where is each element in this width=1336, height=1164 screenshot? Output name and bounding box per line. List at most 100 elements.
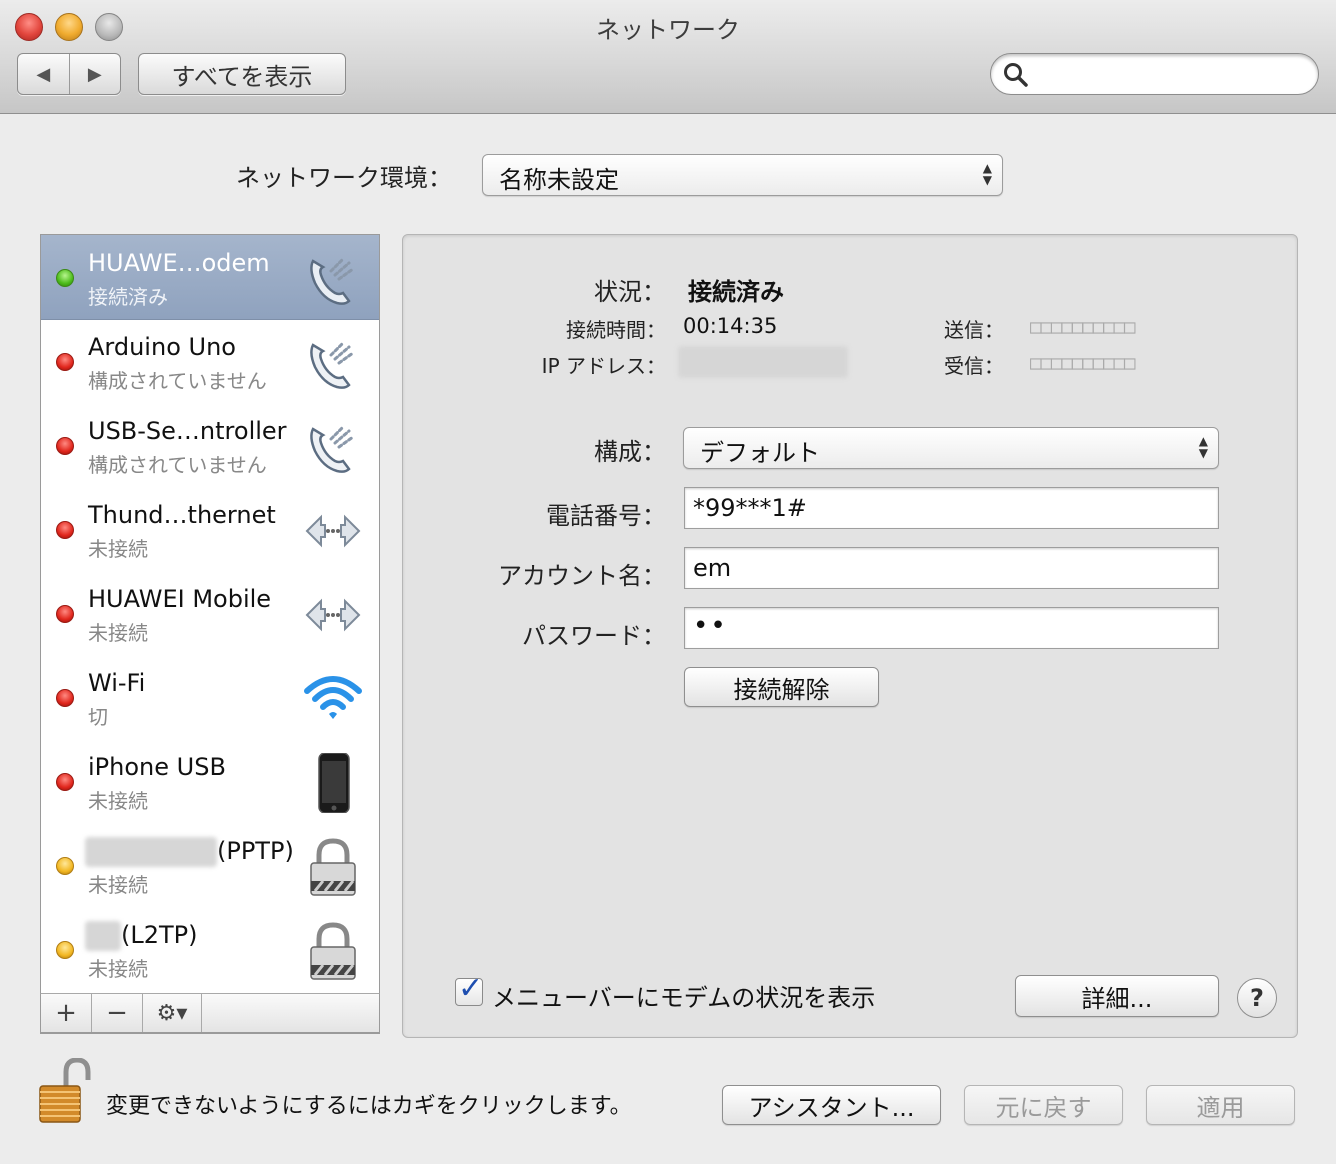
show-all-button[interactable]: すべてを表示 [138, 53, 346, 95]
phone-number-label: 電話番号： [546, 502, 666, 530]
configuration-label: 構成： [594, 438, 666, 466]
status-dot-red [56, 605, 74, 623]
service-item-arduino-uno[interactable]: Arduino Uno 構成されていません [41, 319, 379, 403]
receive-activity-meter: □□□□□□□□□□ [1030, 352, 1135, 374]
checkmark-icon: ✓ [458, 971, 484, 1006]
service-status: 未接続 [88, 537, 148, 561]
service-item-huawei-modem[interactable]: HUAWE…odem 接続済み [41, 235, 379, 320]
status-dot-yellow [56, 941, 74, 959]
password-field[interactable]: •• [684, 607, 1219, 649]
lock-hint-text: 変更できないようにするにはカギをクリックします。 [106, 1094, 632, 1119]
account-name-label: アカウント名： [498, 562, 666, 590]
title-toolbar: ネットワーク ◀ ▶ すべてを表示 [0, 0, 1336, 114]
service-name: Arduino Uno [88, 333, 236, 361]
service-name-group: (PPTP) [85, 837, 294, 867]
add-service-button[interactable]: + [41, 994, 92, 1032]
status-dot-green [56, 269, 74, 287]
network-preferences-window: ネットワーク ◀ ▶ すべてを表示 ネットワーク環境： 名称未設定 ▲ ▼ HUA… [0, 0, 1336, 1164]
remove-service-button[interactable]: − [92, 994, 143, 1032]
service-item-wifi[interactable]: Wi-Fi 切 [41, 655, 379, 739]
password-value: •• [693, 611, 728, 641]
search-icon [1004, 63, 1028, 87]
phone-modem-icon [310, 341, 355, 389]
search-input[interactable] [1035, 60, 1309, 90]
account-name-field[interactable]: em [684, 547, 1219, 589]
search-field[interactable] [990, 53, 1319, 95]
status-dot-red [56, 353, 74, 371]
status-value: 接続済み [688, 278, 784, 306]
connect-time-value: 00:14:35 [683, 314, 778, 338]
service-name: HUAWE…odem [88, 249, 270, 277]
wifi-icon [304, 676, 362, 719]
status-dot-red [56, 437, 74, 455]
redacted-name [85, 837, 217, 867]
vpn-lock-icon [310, 838, 356, 896]
phone-number-field[interactable]: *99***1# [684, 487, 1219, 529]
back-forward-group: ◀ ▶ [17, 53, 121, 95]
forward-arrow-icon: ▶ [87, 63, 102, 85]
configuration-popup[interactable]: デフォルト ▲ ▼ [683, 427, 1219, 469]
phone-modem-icon [310, 425, 355, 473]
back-button[interactable]: ◀ [18, 54, 70, 94]
disconnect-button[interactable]: 接続解除 [684, 667, 879, 707]
service-name: (PPTP) [217, 837, 294, 865]
apply-button[interactable]: 適用 [1146, 1085, 1295, 1125]
forward-button[interactable]: ▶ [70, 54, 121, 94]
service-item-iphone-usb[interactable]: iPhone USB 未接続 [41, 739, 379, 823]
service-status: 未接続 [88, 789, 148, 813]
service-status: 切 [88, 705, 108, 729]
service-name: HUAWEI Mobile [88, 585, 272, 613]
service-list-toolbar: + − ⚙▾ [40, 993, 380, 1033]
service-name: Wi-Fi [88, 669, 146, 697]
ip-address-label: IP アドレス： [541, 354, 666, 378]
service-status: 構成されていません [88, 369, 267, 393]
service-status: 構成されていません [88, 453, 267, 477]
assistant-button[interactable]: アシスタント... [722, 1085, 941, 1125]
service-item-pptp-vpn[interactable]: (PPTP) 未接続 [41, 823, 379, 907]
account-name-value: em [693, 554, 732, 582]
help-button[interactable]: ? [1237, 978, 1277, 1018]
service-status: 未接続 [88, 621, 148, 645]
send-label: 送信： [944, 318, 1004, 342]
ethernet-arrows-icon [305, 598, 361, 632]
vpn-lock-icon [310, 922, 356, 980]
service-item-huawei-mobile[interactable]: HUAWEI Mobile 未接続 [41, 571, 379, 655]
password-label: パスワード： [522, 622, 666, 650]
location-popup[interactable]: 名称未設定 ▲ ▼ [482, 154, 1003, 196]
service-name: (L2TP) [121, 921, 198, 949]
phone-modem-icon [310, 257, 355, 305]
back-arrow-icon: ◀ [36, 63, 51, 85]
show-modem-status-checkbox[interactable]: ✓ [455, 971, 483, 1006]
popup-arrows-icon: ▲ ▼ [982, 161, 992, 187]
popup-arrows-icon: ▲ ▼ [1198, 434, 1208, 460]
service-name-group: (L2TP) [85, 921, 198, 951]
location-value: 名称未設定 [499, 166, 619, 194]
revert-button[interactable]: 元に戻す [964, 1085, 1123, 1125]
status-dot-yellow [56, 857, 74, 875]
service-item-usb-serial-controller[interactable]: USB-Se…ntroller 構成されていません [41, 403, 379, 487]
send-activity-meter: □□□□□□□□□□ [1030, 316, 1135, 338]
connect-time-label: 接続時間： [566, 318, 666, 342]
receive-label: 受信： [944, 354, 1004, 378]
unlocked-padlock-icon[interactable] [36, 1058, 92, 1124]
service-name: USB-Se…ntroller [88, 417, 287, 445]
service-item-l2tp-vpn[interactable]: (L2TP) 未接続 [41, 907, 379, 991]
service-name: Thund…thernet [88, 501, 276, 529]
advanced-button[interactable]: 詳細... [1015, 975, 1219, 1017]
service-list[interactable]: HUAWE…odem 接続済み Arduino Uno 構成されていません US… [40, 234, 380, 1034]
gear-icon[interactable]: ⚙▾ [143, 994, 202, 1032]
service-status: 接続済み [88, 285, 168, 309]
location-label: ネットワーク環境： [236, 164, 452, 192]
iphone-icon [318, 753, 350, 813]
show-modem-status-label: メニューバーにモデムの状況を表示 [492, 984, 876, 1012]
service-item-thunderbolt-ethernet[interactable]: Thund…thernet 未接続 [41, 487, 379, 571]
phone-number-value: *99***1# [693, 494, 807, 522]
redacted-name [85, 921, 121, 951]
service-status: 未接続 [88, 957, 148, 981]
window-title: ネットワーク [596, 16, 740, 44]
status-dot-red [56, 689, 74, 707]
service-status: 未接続 [88, 873, 148, 897]
service-name: iPhone USB [88, 753, 226, 781]
status-dot-red [56, 521, 74, 539]
redacted-ip-address [678, 346, 848, 378]
